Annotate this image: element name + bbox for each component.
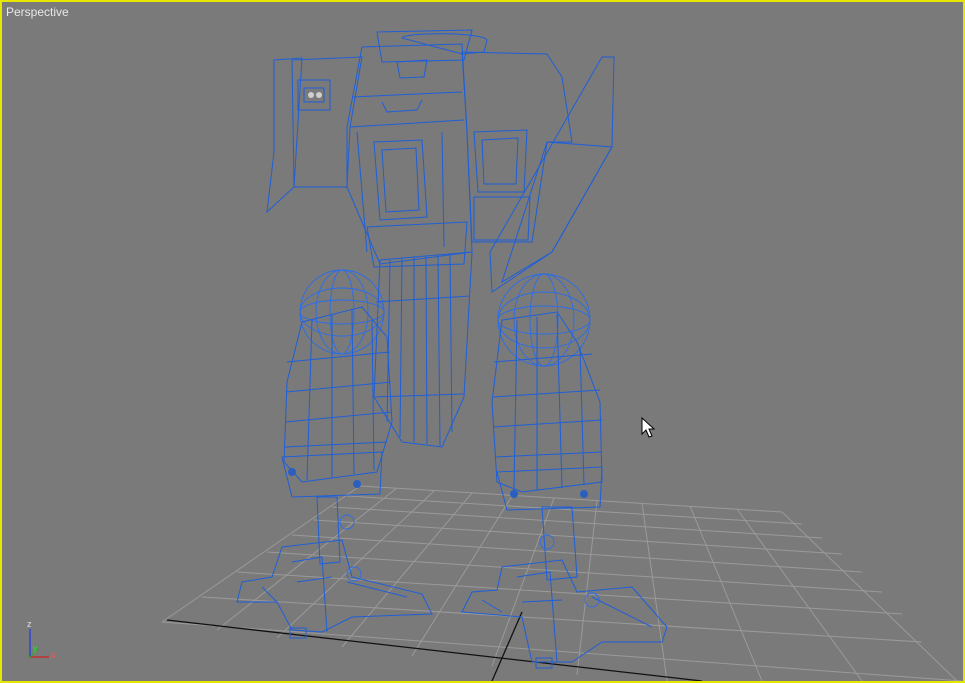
left-shoulder-frame bbox=[266, 57, 303, 214]
perspective-viewport[interactable]: Perspective z y x bbox=[0, 0, 965, 683]
ground-grid bbox=[161, 485, 963, 681]
axis-gizmo: z y x bbox=[27, 619, 56, 660]
z-axis-label: z bbox=[27, 619, 32, 629]
pelvis-column[interactable] bbox=[373, 251, 473, 448]
right-armor-wing bbox=[489, 56, 615, 293]
cockpit-slot bbox=[396, 59, 428, 79]
grid-center-axis bbox=[166, 611, 703, 681]
right-leg[interactable] bbox=[461, 273, 668, 669]
right-shin bbox=[541, 506, 578, 581]
left-knee-bolt bbox=[288, 468, 296, 476]
x-axis-label: x bbox=[51, 650, 56, 660]
viewport-label[interactable]: Perspective bbox=[6, 5, 69, 19]
torso[interactable] bbox=[266, 29, 615, 293]
left-foot bbox=[236, 539, 433, 633]
right-hip-sphere bbox=[497, 273, 591, 367]
viewport-canvas[interactable]: z y x bbox=[2, 2, 963, 681]
left-shoulder-block bbox=[291, 56, 363, 188]
y-axis-label: y bbox=[33, 643, 38, 653]
top-dome bbox=[401, 33, 488, 55]
arrow-cursor-icon bbox=[641, 416, 656, 438]
right-shoulder-block bbox=[461, 51, 573, 243]
